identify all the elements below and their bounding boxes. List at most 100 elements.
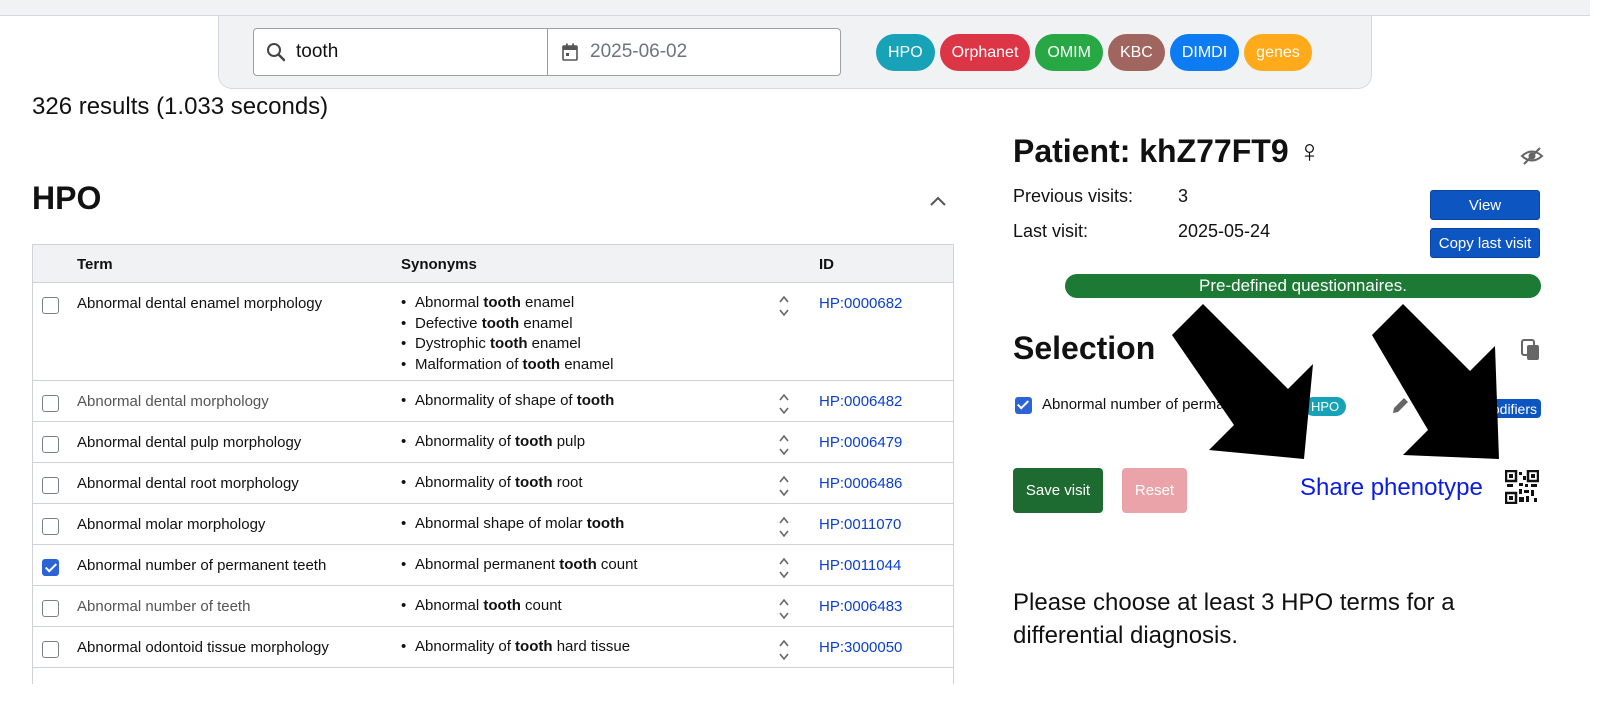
selection-title: Selection [1013,330,1156,366]
source-pill-genes[interactable]: genes [1244,34,1312,71]
synonym-text: Abnormal [415,597,484,614]
row-synonyms: Abnormality of tooth root [401,473,583,494]
search-panel: tooth 2025-06-02 HPO Orphanet OMIM KBC DIMDI… [218,16,1372,89]
patient-title: Patient: khZ77FT9 ♀ [1013,133,1322,169]
trash-icon[interactable] [1419,396,1435,416]
table-row[interactable]: Abnormal dental morphology Abnormality of… [33,381,953,422]
reorder-icon[interactable] [777,431,791,459]
row-term: Abnormal dental root morphology [77,475,299,492]
row-synonyms: Abnormal tooth enamelDefective tooth ena… [401,293,613,375]
table-row[interactable]: Abnormal odontoid tissue morphology Abnor… [33,627,953,668]
row-checkbox[interactable] [42,477,59,494]
synonym-text: enamel [527,335,581,352]
reorder-icon[interactable] [777,390,791,418]
source-pill-kbc[interactable]: KBC [1107,34,1165,71]
table-row[interactable]: Abnormal number of teeth Abnormal tooth c… [33,586,953,627]
row-checkbox[interactable] [42,600,59,617]
row-checkbox[interactable] [42,297,59,314]
row-checkbox[interactable] [42,559,59,576]
synonym-item: Abnormal tooth enamel [401,293,613,314]
synonym-item: Defective tooth enamel [401,314,613,335]
row-hpo-id-link[interactable]: HP:0000682 [819,295,902,312]
synonym-text: Abnormality of [415,638,516,655]
synonym-item: Abnormality of tooth pulp [401,432,585,453]
row-checkbox[interactable] [42,436,59,453]
copy-icon[interactable] [1520,338,1542,362]
synonym-highlight: tooth [483,294,521,311]
eye-slash-icon[interactable] [1520,144,1544,168]
synonym-highlight: tooth [483,597,521,614]
date-input[interactable]: 2025-06-02 [547,28,841,76]
row-checkbox[interactable] [42,641,59,658]
synonym-text: root [552,474,583,491]
synonym-highlight: tooth [586,515,625,532]
source-pill-dimdi[interactable]: DIMDI [1169,34,1240,71]
questionnaires-button[interactable]: Pre-defined questionnaires. [1065,274,1541,298]
row-hpo-id-link[interactable]: HP:0006479 [819,434,902,451]
source-filter-pills: HPO Orphanet OMIM KBC DIMDI genes [876,34,1312,71]
share-phenotype-link[interactable]: Share phenotype [1300,474,1483,502]
synonym-highlight: tooth [522,355,561,373]
table-row[interactable]: Abnormal molar morphology Abnormal shape … [33,504,953,545]
reset-button[interactable]: Reset [1122,468,1187,513]
synonym-highlight: tooth [559,556,597,573]
table-row[interactable]: Abnormal dental enamel morphology Abnorma… [33,283,953,381]
last-visit-label: Last visit: [1013,221,1089,241]
row-hpo-id-link[interactable]: HP:0011070 [819,516,901,533]
synonym-text: Abnormality of shape of [415,392,577,409]
column-header-id[interactable]: ID [819,256,834,273]
table-row[interactable]: Abnormal number of permanent teeth Abnorm… [33,545,953,586]
synonym-text: Abnormality of [415,474,516,491]
synonym-highlight: tooth [490,335,528,352]
calendar-icon [562,43,578,61]
differential-diagnosis-hint: Please choose at least 3 HPO terms for a… [1013,589,1455,649]
row-hpo-id-link[interactable]: HP:0006483 [819,598,902,615]
copy-last-visit-button[interactable]: Copy last visit [1430,228,1540,258]
source-pill-hpo[interactable]: HPO [876,34,935,71]
row-hpo-id-link[interactable]: HP:0011044 [819,557,901,574]
synonym-text: Dystrophic [415,335,491,352]
pencil-icon[interactable] [1390,396,1410,416]
row-term: Abnormal dental pulp morphology [77,434,302,451]
results-summary: 326 results (1.033 seconds) [32,93,329,120]
table-header: Term Synonyms ID [33,245,953,283]
chevron-up-icon[interactable] [927,190,949,212]
last-visit-value: 2025-05-24 [1178,221,1271,241]
row-hpo-id-link[interactable]: HP:3000050 [819,639,902,656]
table-row[interactable]: Abnormal dental pulp morphology Abnormali… [33,422,953,463]
row-synonyms: Abnormal shape of molar tooth [401,514,624,535]
column-header-term[interactable]: Term [77,256,113,273]
column-header-synonyms[interactable]: Synonyms [401,256,477,273]
synonym-text: enamel [519,314,573,332]
view-button[interactable]: View [1430,190,1540,220]
row-synonyms: Abnormality of tooth hard tissue [401,637,630,658]
source-pill-orphanet[interactable]: Orphanet [939,34,1031,71]
row-hpo-id-link[interactable]: HP:0006482 [819,393,902,410]
reorder-icon[interactable] [777,636,791,664]
reorder-icon[interactable] [777,595,791,623]
search-query: tooth [296,41,339,62]
selection-checkbox[interactable] [1015,397,1032,414]
row-checkbox[interactable] [42,518,59,535]
qr-code-icon[interactable] [1505,470,1539,504]
synonym-text: Abnormal permanent [415,556,560,573]
reorder-icon[interactable] [777,292,791,320]
reorder-icon[interactable] [777,472,791,500]
row-term: Abnormal number of permanent teeth [77,557,327,574]
reorder-icon[interactable] [777,513,791,541]
modifiers-button[interactable]: Modifiers [1450,399,1541,418]
date-value: 2025-06-02 [590,41,688,62]
row-hpo-id-link[interactable]: HP:0006486 [819,475,902,492]
table-row[interactable]: Abnormal dental root morphology Abnormali… [33,463,953,504]
synonym-item: Abnormality of tooth hard tissue [401,637,630,658]
synonym-text: enamel [560,355,614,373]
synonym-text: Malformation of [415,355,523,373]
synonym-highlight: tooth [515,433,553,450]
annotation-arrow-right [1372,304,1499,459]
source-pill-omim[interactable]: OMIM [1035,34,1103,71]
search-input[interactable]: tooth [253,28,548,76]
reorder-icon[interactable] [777,554,791,582]
row-checkbox[interactable] [42,395,59,412]
save-visit-button[interactable]: Save visit [1013,468,1103,513]
synonym-item: Abnormality of shape of tooth [401,391,614,412]
